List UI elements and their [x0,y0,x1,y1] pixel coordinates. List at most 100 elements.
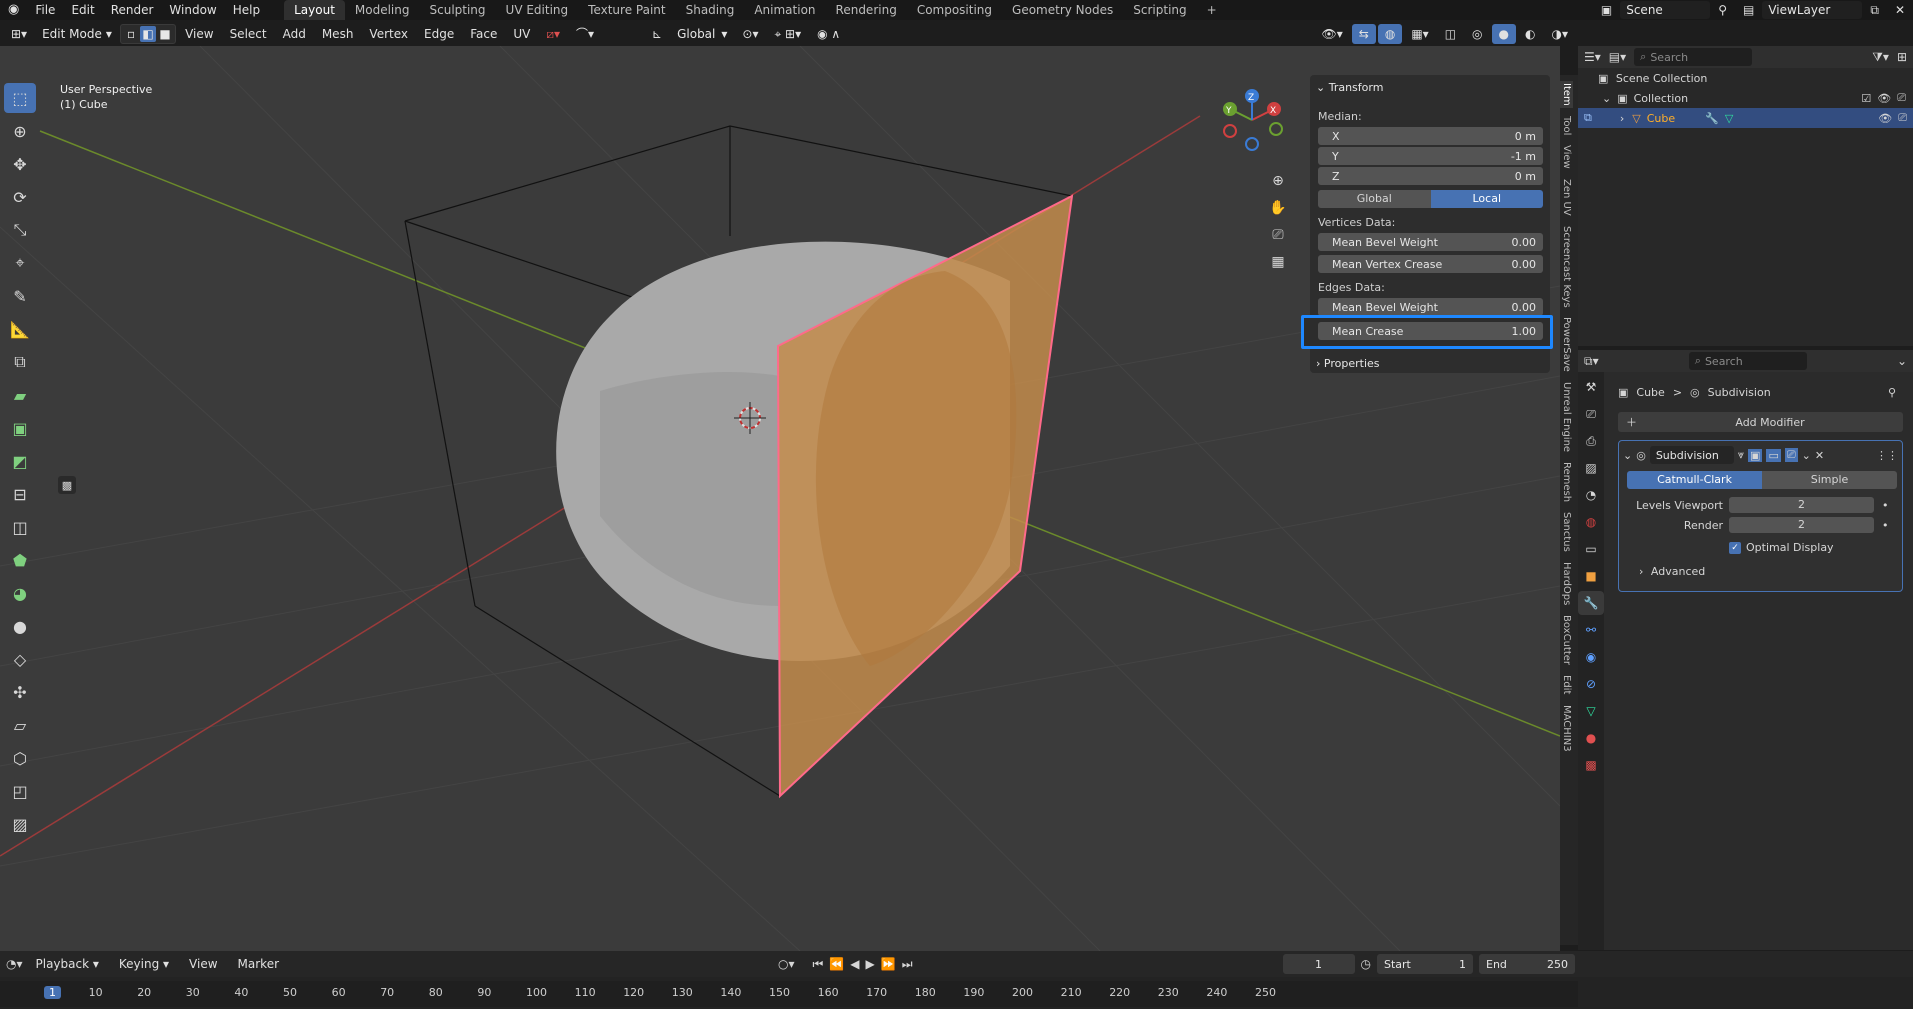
tab-view[interactable]: View [1560,143,1573,171]
properties-search-input[interactable]: ⌕ Search [1688,352,1807,370]
tab-uv-editing[interactable]: UV Editing [496,0,579,20]
object-props-icon[interactable]: ■ [1578,564,1604,588]
ortho-grid-icon[interactable]: ▦ [1266,250,1290,274]
vertex-crease-field[interactable]: Mean Vertex Crease 0.00 [1318,255,1543,273]
mean-crease-field[interactable]: Mean Crease 1.00 [1318,322,1543,340]
view-layer-selector[interactable]: ViewLayer [1762,1,1863,19]
edge-select-icon[interactable]: ◧ [140,26,157,42]
menu-file[interactable]: File [27,0,63,20]
play-reverse-icon[interactable]: ◀ [850,957,859,971]
tab-texture-paint[interactable]: Texture Paint [578,0,675,20]
move-icon[interactable]: ✥ [4,149,36,179]
menu-vertex[interactable]: Vertex [362,24,415,44]
tab-edit[interactable]: Edit [1560,673,1573,696]
playback-menu[interactable]: Playback ▾ [29,954,106,974]
median-y-field[interactable]: Y -1 m [1318,147,1543,165]
visibility-icon[interactable]: 👁▾ [1315,24,1350,44]
editor-type-icon[interactable]: ⊞▾ [4,24,34,44]
select-box-icon[interactable]: ⬚ [4,83,36,113]
object-mode-icon[interactable]: ⧉ [1584,111,1592,125]
wireframe-shading-icon[interactable]: ◎ [1465,24,1489,44]
edge-bevel-weight-field[interactable]: Mean Bevel Weight 0.00 [1318,298,1543,316]
menu-face[interactable]: Face [463,24,504,44]
jump-end-icon[interactable]: ⏭ [902,957,913,972]
transform-orientation-selector[interactable]: Global ▾ [671,24,733,44]
zoom-icon[interactable]: ⊕ [1266,169,1290,193]
modifier-wrench-icon[interactable]: 🔧 [1705,112,1719,125]
timeline-view-menu[interactable]: View [182,954,224,974]
outliner-editor-icon[interactable]: ☰▾ [1584,50,1601,64]
face-select-icon[interactable]: ■ [158,27,172,41]
output-props-icon[interactable]: ⎙ [1578,429,1604,453]
render-levels-field[interactable]: 2 [1729,517,1874,533]
scale-icon[interactable]: ⤡ [4,215,36,245]
gizmo-icon[interactable]: ⇆ [1351,24,1376,44]
solid-shading-icon[interactable]: ● [1491,24,1517,44]
proportional-icon[interactable]: ⌒▾ [569,24,601,44]
mesh-overlay-icon[interactable]: ▦▾ [1404,24,1435,44]
pin-icon[interactable]: ⚲ [1888,386,1896,399]
shape-icon[interactable]: ◰ [4,776,36,806]
menu-select[interactable]: Select [223,24,274,44]
exclude-checkbox-icon[interactable]: ☑ [1861,92,1871,105]
texture-icon[interactable]: ▨ [4,809,36,839]
rip-icon[interactable]: ⬡ [4,743,36,773]
view-layer-props-icon[interactable]: ▨ [1578,456,1604,480]
mode-selector[interactable]: Edit Mode ▾ [36,24,118,44]
cursor-icon[interactable]: ⊕ [4,116,36,146]
properties-editor-icon[interactable]: ⧉▾ [1584,354,1599,369]
data-props-icon[interactable]: ▽ [1578,699,1604,723]
tab-compositing[interactable]: Compositing [907,0,1002,20]
add-cube-icon[interactable]: ⧉ [4,347,36,377]
collection-row[interactable]: ⌄ ▣ Collection ☑ 👁 ⎚ [1602,91,1912,105]
world-props-icon[interactable]: ◍ [1578,510,1604,534]
rotate-icon[interactable]: ⟳ [4,182,36,212]
cube-visibility-eye-icon[interactable]: 👁 [1878,112,1892,125]
frame-ruler[interactable]: 1 10 20 30 40 50 60 70 80 90 100 110 120 130 140 150 160… [0,981,1578,1007]
close-icon[interactable]: ✕ [1815,449,1824,462]
tab-remesh[interactable]: Remesh [1560,460,1573,504]
tab-machin3[interactable]: MACHIN3 [1560,703,1573,754]
menu-window[interactable]: Window [161,0,224,20]
pin-icon[interactable]: ⚲ [1710,0,1735,20]
cube-render-camera-icon[interactable]: ⎚ [1898,111,1907,125]
smooth-icon[interactable]: ● [4,611,36,641]
menu-add[interactable]: Add [276,24,313,44]
tab-zen-uv[interactable]: Zen UV [1560,177,1573,218]
new-collection-icon[interactable]: ⊞ [1897,50,1907,64]
pan-hand-icon[interactable]: ✋ [1266,196,1290,220]
tab-boxcutter[interactable]: BoxCutter [1560,613,1573,667]
duplicate-layer-icon[interactable]: ⧉ [1862,0,1887,20]
tab-scripting[interactable]: Scripting [1123,0,1196,20]
keying-menu[interactable]: Keying ▾ [112,954,176,974]
material-shading-icon[interactable]: ◐ [1518,24,1542,44]
vertex-select-icon[interactable]: ▫ [124,27,138,41]
start-frame-field[interactable]: Start 1 [1377,954,1473,974]
realtime-icon[interactable]: ▭ [1766,448,1781,462]
mesh-data-icon[interactable]: ▽ [1725,112,1733,125]
tab-layout[interactable]: Layout [284,0,345,20]
catmull-clark-button[interactable]: Catmull-Clark [1627,471,1762,489]
global-button[interactable]: Global [1318,190,1431,208]
menu-uv[interactable]: UV [506,24,537,44]
spin-icon[interactable]: ◕ [4,578,36,608]
tab-shading[interactable]: Shading [676,0,745,20]
scene-collection-row[interactable]: ▣ Scene Collection [1598,72,1707,85]
poly-build-icon[interactable]: ⬟ [4,545,36,575]
keyframe-dot-icon[interactable]: • [1882,519,1889,532]
outliner-search-input[interactable]: ⌕ Search [1634,48,1753,66]
snapping-icon[interactable]: ⌖ ⊞▾ [767,24,808,44]
loop-cut-icon[interactable]: ⊟ [4,479,36,509]
tab-modeling[interactable]: Modeling [345,0,420,20]
jump-start-icon[interactable]: ⏮ [813,957,824,972]
annotate-icon[interactable]: ✎ [4,281,36,311]
chevron-down-icon[interactable]: ⌄ [1623,449,1632,462]
scene-selector[interactable]: Scene [1620,1,1711,19]
proportional-edit-icon[interactable]: ◉ ∧ [810,24,847,44]
add-workspace-button[interactable]: + [1197,0,1227,20]
chevron-down-icon[interactable]: ⌄ [1897,354,1907,368]
snap-icon[interactable]: ⧄▾ [539,24,567,44]
tool-settings-icon[interactable]: ⚒ [1578,375,1604,399]
clock-icon[interactable]: ◷ [1361,957,1371,971]
menu-edge[interactable]: Edge [417,24,461,44]
